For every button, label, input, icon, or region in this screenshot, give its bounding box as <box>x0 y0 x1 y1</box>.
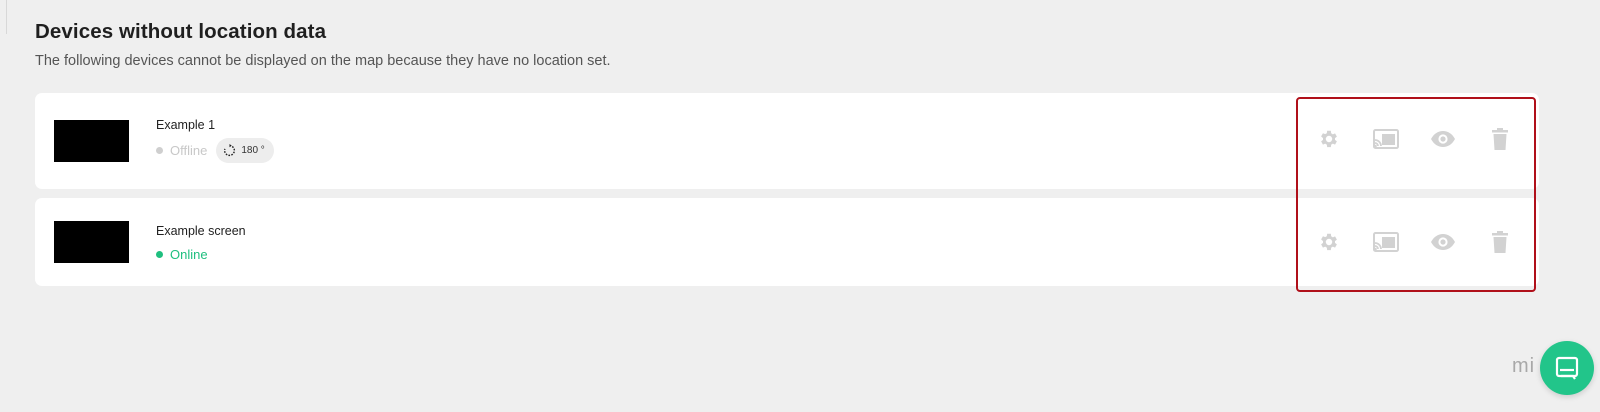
eye-icon <box>1430 131 1455 147</box>
rotation-value: 180 ° <box>241 145 265 156</box>
device-actions <box>1300 227 1528 257</box>
section-subtitle: The following devices cannot be displaye… <box>35 53 611 69</box>
device-card: Example screen Online <box>35 198 1539 286</box>
settings-button[interactable] <box>1300 124 1357 154</box>
preview-button[interactable] <box>1414 227 1471 257</box>
cast-button[interactable] <box>1357 124 1414 154</box>
rotate-icon <box>224 144 236 157</box>
panel-edge-divider <box>6 0 7 34</box>
chat-icon <box>1555 356 1579 380</box>
device-thumbnail[interactable] <box>54 221 129 263</box>
device-status: Online <box>156 247 208 262</box>
settings-button[interactable] <box>1300 227 1357 257</box>
delete-button[interactable] <box>1471 227 1528 257</box>
status-label: Offline <box>170 143 208 158</box>
status-dot <box>156 147 163 154</box>
section-title: Devices without location data <box>35 20 327 43</box>
brand-logo: mi <box>1512 355 1536 377</box>
cast-icon <box>1372 129 1399 149</box>
preview-button[interactable] <box>1414 124 1471 154</box>
cast-icon <box>1372 232 1399 252</box>
trash-icon <box>1491 231 1508 253</box>
device-status: Offline 180 ° <box>156 138 274 163</box>
page: Devices without location data The follow… <box>0 0 1600 412</box>
chat-launcher-button[interactable] <box>1540 341 1594 395</box>
gear-icon <box>1320 130 1337 148</box>
device-thumbnail[interactable] <box>54 120 129 162</box>
device-actions <box>1300 124 1528 154</box>
device-name[interactable]: Example screen <box>156 224 246 238</box>
device-name[interactable]: Example 1 <box>156 118 215 132</box>
status-dot <box>156 251 163 258</box>
eye-icon <box>1430 234 1455 250</box>
status-label: Online <box>170 247 208 262</box>
delete-button[interactable] <box>1471 124 1528 154</box>
trash-icon <box>1491 128 1508 150</box>
rotation-badge: 180 ° <box>216 138 274 163</box>
cast-button[interactable] <box>1357 227 1414 257</box>
device-card: Example 1 Offline 180 ° <box>35 93 1539 189</box>
gear-icon <box>1320 233 1337 251</box>
